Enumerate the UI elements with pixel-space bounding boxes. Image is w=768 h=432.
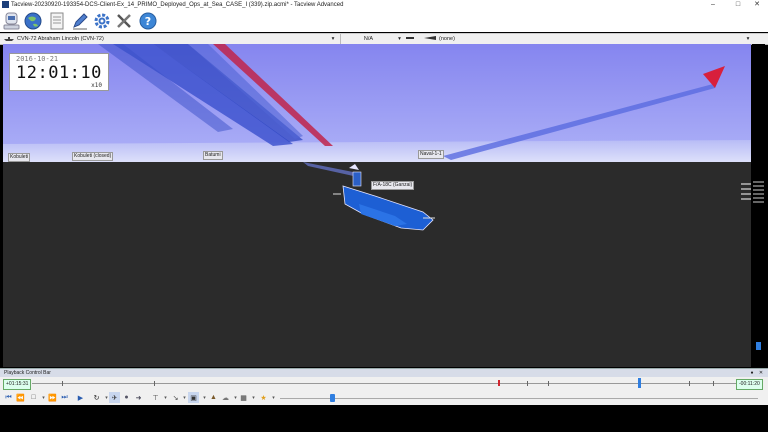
event-tick[interactable] [713, 381, 714, 386]
main-toolbar: ? [0, 10, 768, 32]
pin-icon[interactable]: ● [748, 369, 756, 377]
event-tick[interactable] [689, 381, 690, 386]
ship-icon [4, 34, 14, 44]
aircraft-icon [424, 34, 436, 44]
playback-bar-title: Playback Control Bar [4, 370, 51, 376]
remaining-time: -00:11:20 [736, 379, 763, 390]
close-panel-icon[interactable]: ✕ [757, 369, 765, 377]
clock-text: 12:01:10 [16, 63, 102, 83]
terrain-icon[interactable]: ▲ [208, 392, 219, 403]
weapon-icon[interactable]: ➜ [133, 392, 144, 403]
skip-to-end-icon[interactable]: ⏭ [59, 392, 70, 403]
edit-icon[interactable] [70, 11, 89, 30]
event-tick-red[interactable] [498, 380, 500, 386]
event-tick[interactable] [62, 381, 63, 386]
secondary-dropdown-arrow[interactable]: ▾ [744, 34, 752, 44]
event-tick[interactable] [527, 381, 528, 386]
speed-slider-thumb[interactable] [330, 394, 335, 402]
minimize-button[interactable]: – [702, 0, 724, 10]
window-title: Tacview-20230920-193354-DCS-Client-Ex_14… [11, 2, 344, 8]
timeline-playhead[interactable] [638, 378, 641, 388]
letterbox-bottom [0, 405, 768, 432]
date-text: 2016-10-21 [16, 55, 59, 63]
sky [3, 44, 751, 144]
timeline[interactable]: +01:15:31 -00:11:20 [0, 377, 768, 391]
3d-viewport[interactable]: Kobuleti Kobuleti (closed) Batumi Naval-… [3, 44, 751, 367]
recorder-icon[interactable] [2, 11, 21, 30]
target-dropdown-arrow[interactable]: ▾ [396, 34, 403, 44]
playback-controls: ⏮ ⏪ □ ▾ ⏩ ⏭ ▶ ↻ ▾ ✈ ● ➜ ⊤ ▾ ↘ ▾ ▣ ▾ ▲ ☁ … [0, 391, 768, 406]
elapsed-time: +01:15:31 [3, 379, 32, 390]
target-field[interactable]: N/A [340, 34, 396, 44]
timeline-track[interactable] [32, 383, 736, 384]
play-icon[interactable]: ▶ [75, 392, 86, 403]
close-button[interactable]: ✕ [746, 0, 768, 10]
svg-text:?: ? [144, 15, 150, 28]
time-display: 2016-10-21 12:01:10 x10 [9, 53, 109, 91]
bookmark-dropdown-icon[interactable]: ▾ [268, 392, 279, 403]
altitude-bar[interactable] [752, 44, 765, 367]
event-tick[interactable] [548, 381, 549, 386]
help-icon[interactable]: ? [138, 11, 157, 30]
label-aircraft[interactable]: F/A-18C (Ganzai) [371, 181, 415, 190]
altitude-marker [756, 342, 761, 350]
display-mode-icon[interactable]: ▣ [188, 392, 199, 403]
sphere-view-icon[interactable]: ● [121, 392, 132, 403]
object-dropdown-arrow[interactable]: ▾ [329, 34, 337, 44]
globe-icon[interactable] [23, 11, 42, 30]
settings-gear-icon[interactable] [92, 11, 111, 30]
fast-forward-icon[interactable]: ⏩ [47, 392, 58, 403]
label-kobuleti-closed[interactable]: Kobuleti (closed) [72, 152, 114, 161]
rewind-icon[interactable]: ⏪ [15, 392, 26, 403]
link-icon[interactable] [405, 34, 417, 44]
aircraft-view-icon[interactable]: ✈ [109, 392, 120, 403]
speed-slider-track[interactable] [280, 398, 758, 399]
document-icon[interactable] [47, 11, 66, 30]
ground-plane [3, 162, 751, 367]
playback-control-bar-header: Playback Control Bar ● ✕ [0, 368, 768, 377]
playback-speed-text: x10 [91, 82, 102, 89]
label-kobuleti[interactable]: Kobuleti [8, 153, 31, 162]
tacview-app-icon [2, 1, 9, 8]
event-tick[interactable] [154, 381, 155, 386]
label-batumi[interactable]: Batumi [203, 151, 223, 160]
secondary-object-name[interactable]: (none) [439, 34, 455, 44]
tools-icon[interactable] [114, 11, 133, 30]
skip-to-start-icon[interactable]: ⏮ [3, 392, 14, 403]
selected-object-name[interactable]: CVN-72 Abraham Lincoln (CVN-72) [17, 34, 104, 44]
label-naval[interactable]: Naval-1-1 [418, 150, 444, 159]
